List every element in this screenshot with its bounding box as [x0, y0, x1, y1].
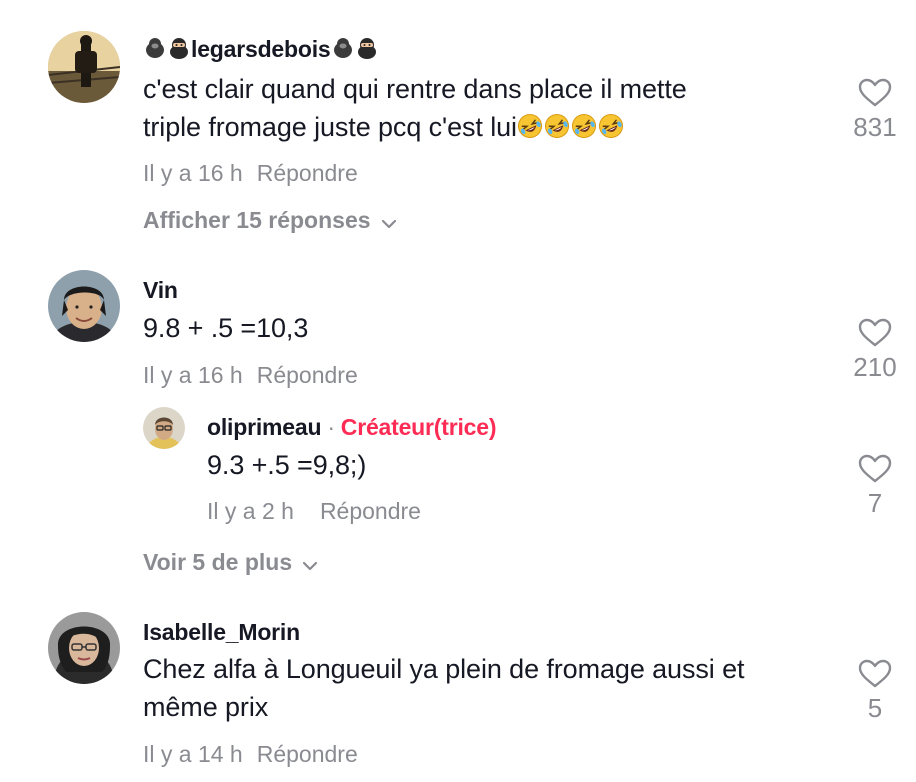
separator-dot: · [327, 414, 335, 440]
comment-text-line: triple fromage juste pcq c'est lui [143, 108, 687, 146]
reply-timestamp: Il y a 2 h [207, 498, 294, 524]
comment-text-line: c'est clair quand qui rentre dans place … [143, 74, 687, 104]
avatar[interactable] [48, 270, 120, 342]
comment-username[interactable]: Vin [143, 277, 178, 304]
view-more-label: Voir 5 de plus [143, 549, 293, 575]
like-count: 5 [867, 693, 883, 723]
like-button[interactable]: 5 [840, 659, 910, 724]
comment-text-line: même prix [143, 692, 269, 722]
creator-badge: Créateur(trice) [340, 414, 497, 440]
comment-timestamp: Il y a 16 h [143, 160, 243, 186]
avatar[interactable] [48, 612, 120, 684]
comments-panel: legarsdebois c'est clair quand qui rentr… [0, 0, 916, 782]
like-button[interactable]: 210 [840, 318, 910, 383]
comment-text-fragment: triple fromage juste pcq c'est lui [143, 112, 517, 142]
comment-timestamp: Il y a 14 h [143, 741, 243, 767]
gorilla-icon [143, 36, 167, 60]
ninja-icon [167, 36, 191, 60]
reply-button[interactable]: Répondre [257, 741, 358, 768]
view-replies-button[interactable]: Afficher 15 réponses [143, 207, 397, 235]
like-button[interactable]: 7 [840, 454, 910, 519]
reply-username-row: oliprimeau · Créateur(trice) [207, 414, 496, 441]
comment-text-line: Chez alfa à Longueuil ya plein de fromag… [143, 654, 745, 684]
reply-text: 9.3 +.5 =9,8;) [207, 450, 367, 480]
comment-username[interactable]: Isabelle_Morin [143, 619, 300, 646]
view-replies-label: Afficher 15 réponses [143, 207, 371, 233]
reply-username[interactable]: oliprimeau [207, 414, 322, 440]
rolling-on-floor-laughing-icon [598, 113, 624, 139]
gorilla-icon [331, 36, 355, 60]
heart-icon [858, 78, 892, 107]
comment-timestamp: Il y a 16 h [143, 362, 243, 388]
heart-icon [858, 318, 892, 347]
rolling-on-floor-laughing-icon [517, 113, 543, 139]
avatar[interactable] [143, 407, 185, 449]
emoji-row [517, 112, 625, 142]
reply-meta: Il y a 2 h Répondre [207, 498, 421, 525]
reply-button[interactable]: Répondre [257, 362, 358, 389]
avatar[interactable] [48, 31, 120, 103]
heart-icon [858, 454, 892, 483]
comment-meta: Il y a 16 h Répondre [143, 362, 358, 389]
comment-text: Chez alfa à Longueuil ya plein de fromag… [143, 650, 745, 726]
like-count: 7 [867, 488, 883, 518]
like-button[interactable]: 831 [840, 78, 910, 143]
reply-button[interactable]: Répondre [320, 498, 421, 525]
rolling-on-floor-laughing-icon [571, 113, 597, 139]
username-text: legarsdebois [191, 36, 331, 62]
heart-icon [858, 659, 892, 688]
comment-username[interactable]: legarsdebois [143, 36, 379, 63]
comment-meta: Il y a 14 h Répondre [143, 741, 358, 768]
chevron-down-icon [302, 550, 318, 577]
ninja-icon [355, 36, 379, 60]
comment-meta: Il y a 16 h Répondre [143, 160, 358, 187]
comment-text: 9.8 + .5 =10,3 [143, 313, 309, 343]
chevron-down-icon [381, 208, 397, 235]
view-more-button[interactable]: Voir 5 de plus [143, 549, 318, 577]
comment-text: c'est clair quand qui rentre dans place … [143, 70, 687, 146]
like-count: 210 [853, 352, 897, 382]
like-count: 831 [853, 112, 897, 142]
reply-button[interactable]: Répondre [257, 160, 358, 187]
rolling-on-floor-laughing-icon [544, 113, 570, 139]
